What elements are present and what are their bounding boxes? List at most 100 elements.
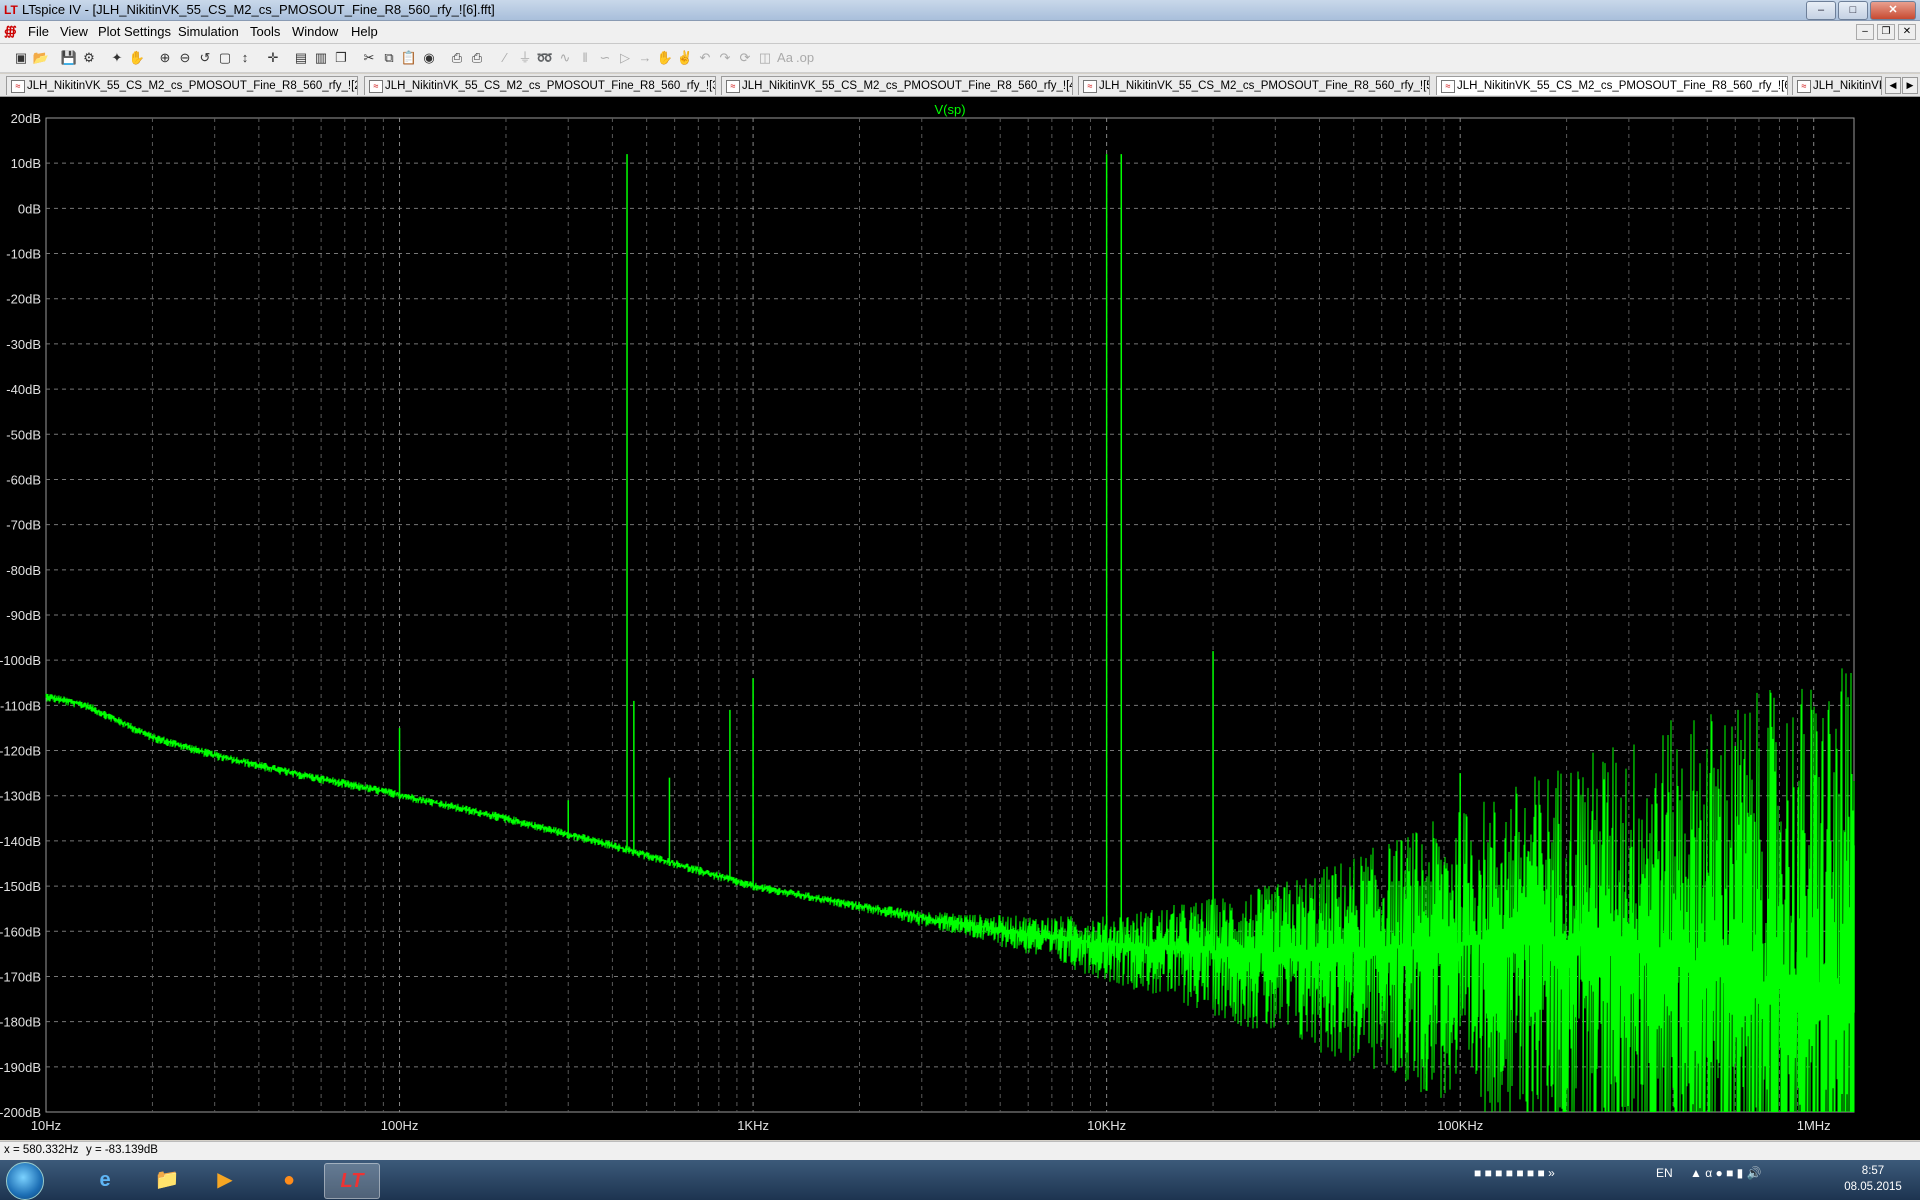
print-preview-icon[interactable]: ⎙ <box>468 49 486 67</box>
tab-fft-6[interactable]: ≈ JLH_NikitinVK_55_CS_M2_cs_PMOSOUT_Fine_… <box>1436 76 1788 95</box>
mdi-minimize-button[interactable]: – <box>1856 24 1874 40</box>
tray-icons[interactable]: ■ ■ ■ ■ ■ ■ ■ » <box>1474 1166 1555 1180</box>
y-tick-label: -70dB <box>6 518 41 533</box>
label-icon[interactable]: ➿ <box>536 49 554 67</box>
tab-fft-3[interactable]: ≈ JLH_NikitinVK_55_CS_M2_cs_PMOSOUT_Fine_… <box>364 76 716 95</box>
clock[interactable]: 8:57 08.05.2015 <box>1838 1163 1908 1195</box>
waveform-icon: ≈ <box>1083 80 1097 93</box>
move-icon[interactable]: ✋ <box>656 49 674 67</box>
tab-label: JLH_NikitinVK_55_CS_M2_cs_PMOSOUT_Fine_R… <box>1099 80 1430 92</box>
system-tray-icons[interactable]: ▲ α ● ■ ▮ 🔊 <box>1690 1166 1762 1180</box>
tile-vertical-icon[interactable]: ▥ <box>312 49 330 67</box>
halt-icon[interactable]: ✋ <box>128 49 146 67</box>
waveform-icon: ≈ <box>1441 80 1455 93</box>
y-tick-label: -150dB <box>0 879 41 894</box>
menu-tools[interactable]: Tools <box>250 24 280 39</box>
menu-view[interactable]: View <box>60 24 88 39</box>
zoom-out-icon[interactable]: ⊖ <box>176 49 194 67</box>
firefox-icon[interactable]: ● <box>262 1163 316 1197</box>
copy-icon[interactable]: ⧉ <box>380 49 398 67</box>
y-tick-label: -140dB <box>0 834 41 849</box>
y-tick-label: -90dB <box>6 608 41 623</box>
tab-scroll-right-button[interactable]: ▶ <box>1902 77 1918 94</box>
tab-label: JLH_NikitinVK <box>1813 80 1882 92</box>
toolbar: ▣ 📂 💾 ⚙ ✦ ✋ ⊕ ⊖ ↺ ▢ ↕ ✛ ▤ ▥ ❐ ✂ ⧉ 📋 ◉ ⎙ ⎙ ∕ ⏚ ➿ ∿ ‖ ∽ ▷ → ✋ ✌ ↶ ↷ ⟳ ◫ Aa .op <box>0 44 1920 73</box>
save-icon[interactable]: 💾 <box>60 49 78 67</box>
close-button[interactable]: ✕ <box>1870 1 1916 20</box>
y-tick-label: -60dB <box>6 472 41 487</box>
resistor-icon[interactable]: ∿ <box>556 49 574 67</box>
paste-icon[interactable]: 📋 <box>400 49 418 67</box>
tab-label: JLH_NikitinVK_55_CS_M2_cs_PMOSOUT_Fine_R… <box>27 80 358 92</box>
fft-chart[interactable]: 20dB 10dB 0dB -10dB -20dB -30dB -40dB -50dB -60d… <box>0 97 1920 1140</box>
tab-label: JLH_NikitinVK_55_CS_M2_cs_PMOSOUT_Fine_R… <box>385 80 716 92</box>
menu-file[interactable]: File <box>28 24 49 39</box>
x-tick-label: 10Hz <box>31 1118 61 1133</box>
maximize-button[interactable]: □ <box>1838 1 1868 20</box>
minimize-button[interactable]: – <box>1806 1 1836 20</box>
y-tick-label: -120dB <box>0 744 41 759</box>
wire-icon[interactable]: ∕ <box>496 49 514 67</box>
waveform-icon: ≈ <box>726 80 740 93</box>
menu-plot-settings[interactable]: Plot Settings <box>98 24 171 39</box>
rotate-icon[interactable]: ⟳ <box>736 49 754 67</box>
start-orb-icon[interactable] <box>6 1162 44 1200</box>
tab-fft-5[interactable]: ≈ JLH_NikitinVK_55_CS_M2_cs_PMOSOUT_Fine_… <box>1078 76 1430 95</box>
language-indicator[interactable]: EN <box>1656 1166 1673 1180</box>
tab-more[interactable]: ≈ JLH_NikitinVK <box>1792 76 1882 95</box>
cut-icon[interactable]: ✂ <box>360 49 378 67</box>
zoom-back-icon[interactable]: ↺ <box>196 49 214 67</box>
cursor-y-readout: y = -83.139dB <box>86 1144 158 1156</box>
tab-scroll-left-button[interactable]: ◀ <box>1885 77 1901 94</box>
inductor-icon[interactable]: ∽ <box>596 49 614 67</box>
ltspice-icon[interactable]: LT <box>324 1163 380 1199</box>
run-icon[interactable]: ✦ <box>108 49 126 67</box>
title-bar: LT LTspice IV - [JLH_NikitinVK_55_CS_M2_… <box>0 0 1920 21</box>
tab-fft-2[interactable]: ≈ JLH_NikitinVK_55_CS_M2_cs_PMOSOUT_Fine_… <box>6 76 358 95</box>
redo-icon[interactable]: ↷ <box>716 49 734 67</box>
y-tick-label: 20dB <box>11 111 41 126</box>
window-title: LTspice IV - [JLH_NikitinVK_55_CS_M2_cs_… <box>22 2 495 17</box>
clock-time: 8:57 <box>1861 1165 1885 1177</box>
cascade-icon[interactable]: ❐ <box>332 49 350 67</box>
document-tabs: ≈ JLH_NikitinVK_55_CS_M2_cs_PMOSOUT_Fine_… <box>0 74 1920 97</box>
tile-horizontal-icon[interactable]: ▤ <box>292 49 310 67</box>
ltspice-icon: LT <box>4 3 18 17</box>
autoscale-icon[interactable]: ↕ <box>236 49 254 67</box>
document-icon[interactable]: ∰ <box>4 24 19 39</box>
text-icon[interactable]: Aa <box>776 49 794 67</box>
plot-pane[interactable]: 20dB 10dB 0dB -10dB -20dB -30dB -40dB -50dB -60d… <box>0 97 1920 1140</box>
tab-scroll: ◀ ▶ <box>1885 77 1918 94</box>
ground-icon[interactable]: ⏚ <box>516 49 534 67</box>
window-controls: – □ ✕ <box>1806 1 1916 20</box>
zoom-in-icon[interactable]: ⊕ <box>156 49 174 67</box>
cursor-icon[interactable]: ✛ <box>264 49 282 67</box>
menu-help[interactable]: Help <box>351 24 378 39</box>
internet-explorer-icon[interactable]: e <box>78 1163 132 1197</box>
mirror-icon[interactable]: ◫ <box>756 49 774 67</box>
component-icon[interactable]: → <box>636 49 654 67</box>
status-bar: x = 580.332Hz y = -83.139dB <box>0 1141 1920 1160</box>
mdi-restore-button[interactable]: ❐ <box>1877 24 1895 40</box>
menu-window[interactable]: Window <box>292 24 338 39</box>
menu-bar: ∰ File View Plot Settings Simulation Too… <box>0 21 1920 44</box>
spice-directive-icon[interactable]: .op <box>796 49 814 67</box>
file-explorer-icon[interactable]: 📁 <box>140 1163 194 1197</box>
y-tick-label: -110dB <box>0 698 41 713</box>
find-icon[interactable]: ◉ <box>420 49 438 67</box>
menu-simulation[interactable]: Simulation <box>178 24 239 39</box>
tab-fft-4[interactable]: ≈ JLH_NikitinVK_55_CS_M2_cs_PMOSOUT_Fine_… <box>721 76 1073 95</box>
x-tick-label: 1MHz <box>1797 1118 1831 1133</box>
control-panel-icon[interactable]: ⚙ <box>80 49 98 67</box>
undo-icon[interactable]: ↶ <box>696 49 714 67</box>
mdi-close-button[interactable]: ✕ <box>1898 24 1916 40</box>
print-icon[interactable]: ⎙ <box>448 49 466 67</box>
diode-icon[interactable]: ▷ <box>616 49 634 67</box>
new-schematic-icon[interactable]: ▣ <box>12 49 30 67</box>
x-tick-label: 100KHz <box>1437 1118 1483 1133</box>
capacitor-icon[interactable]: ‖ <box>576 49 594 67</box>
drag-icon[interactable]: ✌ <box>676 49 694 67</box>
open-icon[interactable]: 📂 <box>32 49 50 67</box>
media-player-icon[interactable]: ▶ <box>198 1163 252 1197</box>
zoom-fit-icon[interactable]: ▢ <box>216 49 234 67</box>
